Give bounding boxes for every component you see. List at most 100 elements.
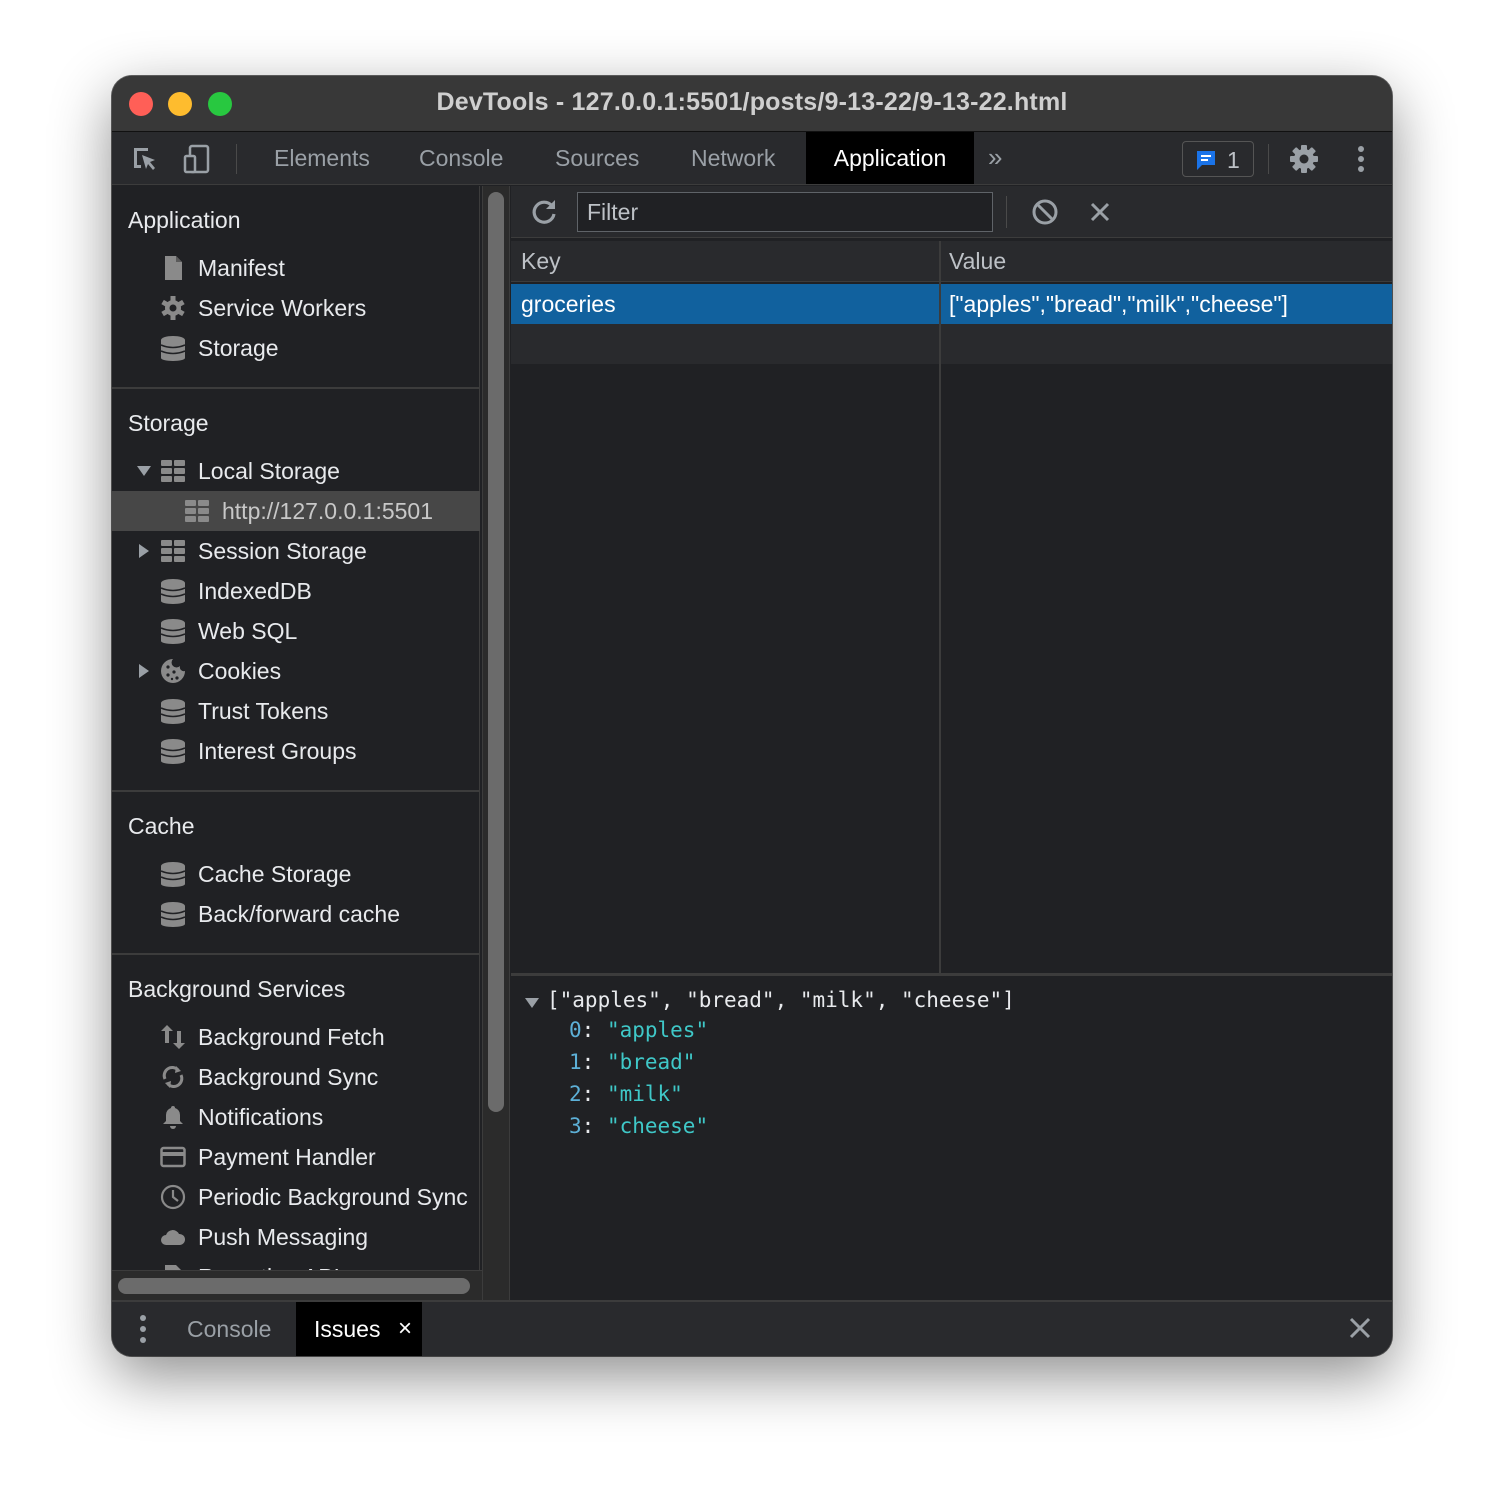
tab-application[interactable]: Application — [806, 132, 974, 184]
sidebar-horizontal-scroll-thumb[interactable] — [118, 1278, 470, 1294]
column-divider[interactable] — [939, 241, 941, 973]
sidebar-item-label: Service Workers — [198, 295, 367, 321]
tab-elements[interactable]: Elements — [252, 132, 392, 184]
entry-index: 3 — [569, 1114, 582, 1138]
preview-entry: 0: "apples" — [569, 1018, 709, 1042]
table-row-empty[interactable] — [511, 324, 1392, 364]
section-divider — [112, 953, 480, 955]
database-icon — [160, 336, 186, 361]
gear-icon — [161, 296, 185, 320]
expanded-arrow-icon[interactable] — [525, 996, 539, 1010]
sidebar-item-payment-handler[interactable]: Payment Handler — [112, 1137, 480, 1177]
sidebar-item-background-fetch[interactable]: Background Fetch — [112, 1017, 480, 1057]
table-icon — [161, 540, 185, 562]
more-tabs-icon[interactable]: » — [988, 142, 1002, 173]
sidebar-item-label: Background Sync — [198, 1064, 379, 1090]
sidebar-item-label: IndexedDB — [198, 578, 312, 604]
sidebar-item-session-storage[interactable]: Session Storage — [112, 531, 480, 571]
sidebar-item-label: Local Storage — [198, 458, 340, 484]
window-title: DevTools - 127.0.0.1:5501/posts/9-13-22/… — [436, 88, 1068, 116]
table-row[interactable]: groceries ["apples","bread","milk","chee… — [511, 284, 1392, 324]
table-header: Key Value — [511, 241, 1392, 282]
column-header-value[interactable]: Value — [949, 248, 1006, 275]
database-icon — [160, 699, 186, 724]
sidebar-item-label: Session Storage — [198, 538, 367, 564]
tab-sources[interactable]: Sources — [533, 132, 661, 184]
sidebar-item-label: Payment Handler — [198, 1144, 376, 1170]
clear-all-icon[interactable] — [1030, 197, 1060, 227]
entry-value: "apples" — [606, 1018, 709, 1042]
sidebar-item-trust-tokens[interactable]: Trust Tokens — [112, 691, 480, 731]
sidebar-item-web-sql[interactable]: Web SQL — [112, 611, 480, 651]
application-sidebar: Application Manifest Service Workers Sto… — [112, 186, 482, 1270]
column-header-key[interactable]: Key — [521, 248, 561, 275]
sidebar-item-label: Manifest — [198, 255, 285, 281]
devtools-window: DevTools - 127.0.0.1:5501/posts/9-13-22/… — [112, 76, 1392, 1356]
drawer-tab-issues[interactable]: Issues × — [296, 1302, 422, 1356]
sidebar-item-interest-groups[interactable]: Interest Groups — [112, 731, 480, 771]
entry-value: "cheese" — [606, 1114, 709, 1138]
section-title-cache: Cache — [128, 813, 195, 839]
entry-index: 2 — [569, 1082, 582, 1106]
tab-network[interactable]: Network — [669, 132, 797, 184]
expanded-arrow-icon[interactable] — [136, 463, 152, 479]
issues-count: 1 — [1227, 147, 1240, 173]
table-icon — [161, 460, 185, 482]
sidebar-item-local-storage[interactable]: Local Storage — [112, 451, 480, 491]
value-preview-panel: ["apples", "bread", "milk", "cheese"] 0:… — [511, 973, 1392, 1300]
sidebar-item-indexeddb[interactable]: IndexedDB — [112, 571, 480, 611]
toolbar-divider — [1006, 196, 1007, 228]
drawer-tab-console[interactable]: Console — [169, 1302, 289, 1356]
tab-console[interactable]: Console — [397, 132, 525, 184]
preview-entry: 3: "cheese" — [569, 1114, 709, 1138]
database-icon — [160, 902, 186, 927]
close-drawer-icon[interactable] — [1348, 1316, 1372, 1340]
delete-selected-icon[interactable] — [1085, 197, 1115, 227]
database-icon — [160, 579, 186, 604]
sidebar-item-service-workers[interactable]: Service Workers — [112, 288, 480, 328]
device-toolbar-icon[interactable] — [180, 142, 214, 176]
preview-entry: 2: "milk" — [569, 1082, 683, 1106]
collapsed-arrow-icon[interactable] — [136, 543, 152, 559]
more-options-icon[interactable] — [1344, 142, 1378, 176]
row-value[interactable]: ["apples","bread","milk","cheese"] — [949, 291, 1288, 318]
drawer-menu-icon[interactable] — [138, 1314, 148, 1344]
sidebar-item-label: Storage — [198, 335, 279, 361]
sidebar-item-notifications[interactable]: Notifications — [112, 1097, 480, 1137]
title-bar: DevTools - 127.0.0.1:5501/posts/9-13-22/… — [112, 76, 1392, 132]
message-icon — [1197, 151, 1215, 170]
up-down-arrows-icon — [161, 1025, 185, 1049]
clock-icon — [160, 1184, 186, 1210]
sidebar-item-background-sync[interactable]: Background Sync — [112, 1057, 480, 1097]
sidebar-item-local-storage-origin[interactable]: http://127.0.0.1:5501 — [112, 491, 480, 531]
issues-counter-button[interactable]: 1 — [1182, 141, 1254, 177]
bottom-drawer: Console Issues × — [112, 1300, 1392, 1356]
sidebar-item-cookies[interactable]: Cookies — [112, 651, 480, 691]
settings-gear-icon[interactable] — [1287, 142, 1321, 176]
inspect-element-icon[interactable] — [128, 142, 162, 176]
database-icon — [160, 862, 186, 887]
sync-icon — [162, 1066, 184, 1088]
collapsed-arrow-icon[interactable] — [136, 663, 152, 679]
table-icon — [185, 500, 209, 522]
sidebar-item-cache-storage[interactable]: Cache Storage — [112, 854, 480, 894]
sidebar-item-reporting-api[interactable]: Reporting API — [112, 1257, 480, 1270]
sidebar-item-label: http://127.0.0.1:5501 — [222, 498, 434, 524]
sidebar-item-storage[interactable]: Storage — [112, 328, 480, 368]
sidebar-item-label: Cookies — [198, 658, 282, 684]
sidebar-item-back-forward-cache[interactable]: Back/forward cache — [112, 894, 480, 934]
row-key[interactable]: groceries — [521, 291, 616, 318]
section-divider — [112, 790, 480, 792]
toolbar-divider — [1268, 144, 1269, 174]
sidebar-item-periodic-background-sync[interactable]: Periodic Background Sync — [112, 1177, 480, 1217]
sidebar-item-label: Interest Groups — [198, 738, 357, 764]
filter-input[interactable] — [577, 192, 993, 232]
close-tab-icon[interactable]: × — [398, 1302, 412, 1356]
sidebar-vertical-scroll-thumb[interactable] — [488, 192, 504, 1112]
sidebar-item-manifest[interactable]: Manifest — [112, 248, 480, 288]
refresh-icon[interactable] — [529, 197, 559, 227]
preview-entry: 1: "bread" — [569, 1050, 696, 1074]
toolbar-divider — [236, 144, 237, 174]
sidebar-item-push-messaging[interactable]: Push Messaging — [112, 1217, 480, 1257]
document-icon — [165, 256, 182, 280]
